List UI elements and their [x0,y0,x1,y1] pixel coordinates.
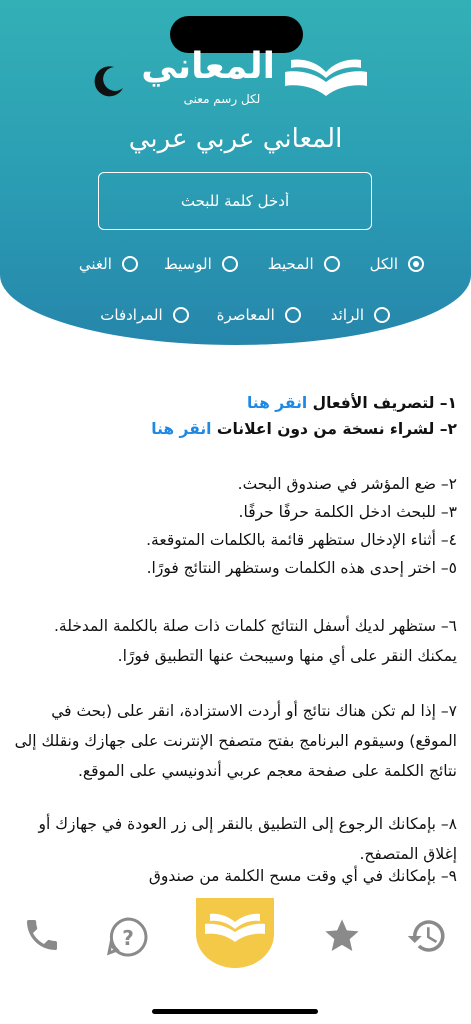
radio-raid[interactable]: الرائد [331,306,390,324]
purchase-text: ٢– لشراء نسخة من دون اعلانات [216,420,457,438]
phone-icon[interactable] [22,915,62,955]
radio-muasira[interactable]: المعاصرة [217,306,301,324]
step-4: ٤– أثناء الإدخال ستظهر قائمة بالكلمات ال… [146,531,457,549]
bottom-navigation: ? [0,890,471,1024]
book-logo-icon [285,59,367,96]
radio-wasit-label: الوسيط [163,255,212,273]
radio-muradifat-circle[interactable] [172,307,189,323]
radio-muhit-label: المحيط [267,255,314,273]
conjugation-text: ١– لتصريف الأفعال [312,394,457,412]
radio-muhit[interactable]: المحيط [268,255,340,273]
conjugation-row: ١– لتصريف الأفعال انقر هنا [247,394,457,412]
step-2: ٢– ضع المؤشر في صندوق البحث. [237,475,457,493]
step-6: ٦– ستظهر لديك أسفل النتائج كلمات ذات صلة… [53,617,457,665]
purchase-row: ٢– لشراء نسخة من دون اعلانات انقر هنا [151,420,457,438]
home-book-icon[interactable] [196,898,274,968]
logo-name: المعاني [141,46,275,87]
history-icon[interactable] [406,915,448,957]
radio-raid-label: الرائد [330,306,364,324]
step-8: ٨– بإمكانك الرجوع إلى التطبيق بالنقر إلى… [38,815,457,863]
radio-muhit-circle[interactable] [323,256,340,272]
step-7: ٧– إذا لم تكن هناك نتائج أو أردت الاستزا… [14,702,457,780]
step-9: ٩– بإمكانك في أي وقت مسح الكلمة من صندوق [148,867,457,885]
search-input[interactable] [98,172,372,230]
conjugation-link[interactable]: انقر هنا [247,394,307,412]
radio-all[interactable]: الكل [370,255,424,273]
dictionary-options-row2: الرائد المعاصرة المرادفات [66,301,390,329]
help-icon[interactable]: ? [107,916,149,958]
radio-wasit[interactable]: الوسيط [164,255,238,273]
home-indicator [152,1009,318,1014]
star-icon[interactable] [322,916,362,956]
radio-muasira-label: المعاصرة [216,306,275,324]
logo-tagline: لكل رسم معنى [183,92,261,106]
radio-ghani-circle[interactable] [121,256,138,272]
header-banner: المعاني لكل رسم معنى المعاني عربي عربي ا… [0,0,471,345]
step-3: ٣– للبحث ادخل الكلمة حرفًا حرفًا. [238,503,457,521]
radio-all-label: الكل [369,255,398,273]
purchase-link[interactable]: انقر هنا [151,420,211,438]
radio-raid-circle[interactable] [374,307,390,323]
svg-text:?: ? [122,926,134,950]
radio-muasira-circle[interactable] [284,307,301,323]
dictionary-options-row1: الكل المحيط الوسيط الغني [30,250,424,278]
page-title: المعاني عربي عربي [128,124,343,154]
radio-muradifat[interactable]: المرادفات [100,306,189,324]
radio-muradifat-label: المرادفات [100,306,163,324]
radio-ghani[interactable]: الغني [79,255,138,273]
radio-all-circle[interactable] [408,256,424,272]
radio-wasit-circle[interactable] [221,256,238,272]
dark-mode-moon-icon[interactable] [92,64,126,98]
radio-ghani-label: الغني [78,255,112,273]
step-5: ٥– اختر إحدى هذه الكلمات وستظهر النتائج … [146,559,457,577]
